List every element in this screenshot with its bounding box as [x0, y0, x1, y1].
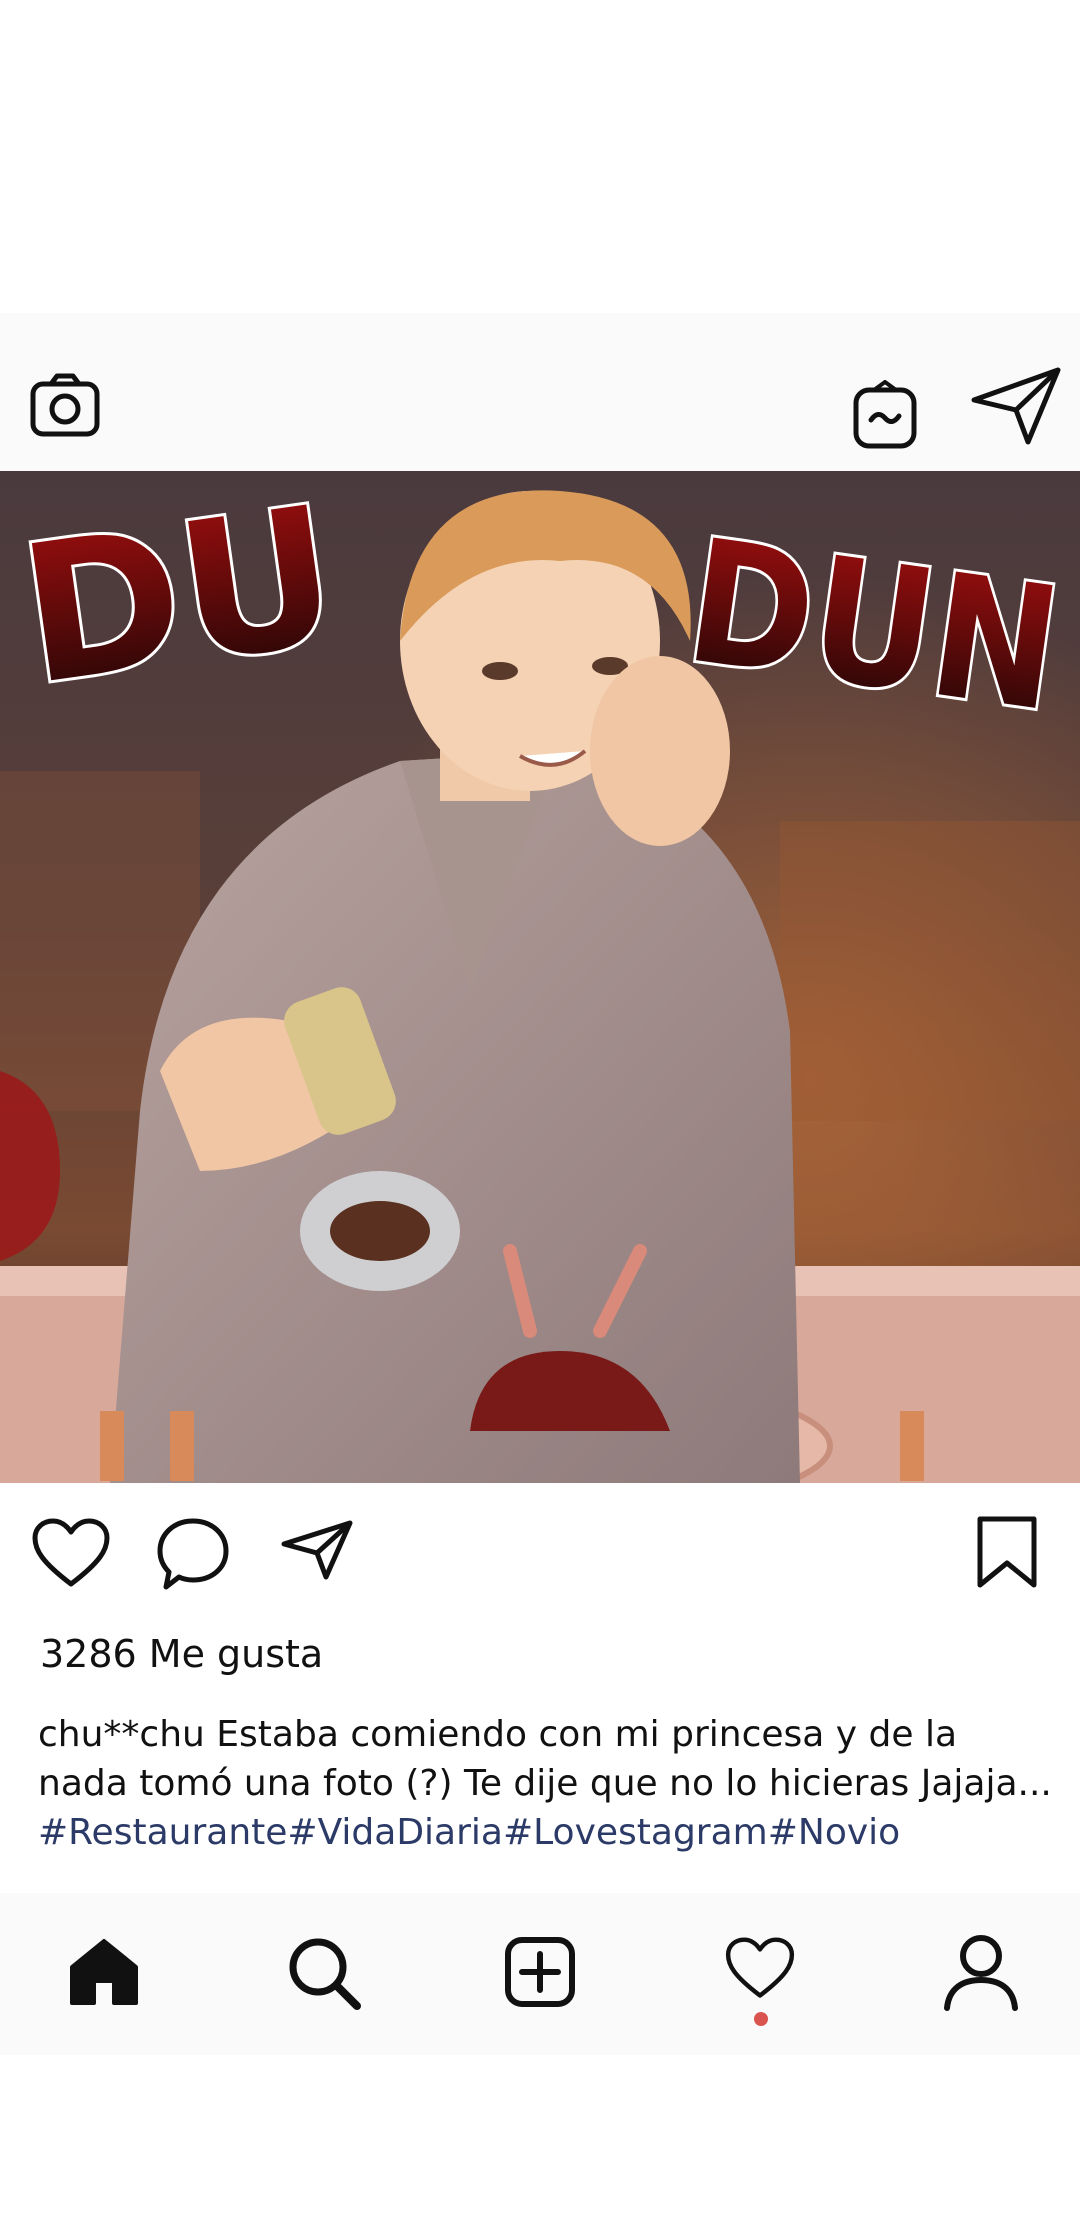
post-illustration [0, 471, 1080, 1483]
paper-plane-icon [281, 1520, 353, 1580]
igtv-button[interactable] [850, 378, 920, 452]
heart-icon [32, 1518, 110, 1587]
nav-profile[interactable] [940, 1931, 1022, 2013]
caption-line[interactable]: nada tomó una foto (?) Te dije que no lo… [38, 1759, 1052, 1808]
activity-heart-icon [725, 1937, 795, 1998]
likes-count[interactable]: 3286 Me gusta [40, 1632, 323, 1676]
comment-button[interactable] [155, 1515, 231, 1595]
post-image[interactable]: DU DUN [0, 471, 1080, 1483]
caption-line: chu**chu Estaba comiendo con mi princesa… [38, 1714, 958, 1755]
top-blank-area [0, 0, 1080, 313]
share-button[interactable] [280, 1517, 354, 1583]
nav-activity[interactable] [724, 1935, 796, 2001]
camera-icon [30, 373, 100, 437]
like-button[interactable] [30, 1515, 112, 1591]
post-actions [0, 1483, 1080, 1633]
bottom-navigation [0, 1893, 1080, 2055]
bookmark-icon [977, 1516, 1037, 1588]
nav-add-post[interactable] [503, 1935, 577, 2009]
paper-plane-icon [971, 367, 1061, 445]
post-caption: chu**chu Estaba comiendo con mi princesa… [38, 1710, 1052, 1857]
profile-icon [944, 1935, 1018, 2011]
home-icon [70, 1939, 138, 2005]
direct-message-button[interactable] [968, 361, 1064, 451]
bottom-blank-area [0, 2055, 1080, 2239]
nav-search[interactable] [284, 1933, 364, 2013]
add-post-icon [505, 1937, 575, 2007]
igtv-icon [853, 380, 917, 449]
top-bar [0, 313, 1080, 471]
activity-notification-dot [754, 2012, 768, 2026]
search-icon [289, 1938, 361, 2010]
save-button[interactable] [972, 1513, 1042, 1591]
nav-home[interactable] [66, 1933, 142, 2009]
camera-button[interactable] [28, 368, 102, 442]
comment-icon [157, 1518, 229, 1590]
hashtags[interactable]: #Restaurante#VidaDiaria#Lovestagram#Novi… [38, 1808, 1048, 1857]
